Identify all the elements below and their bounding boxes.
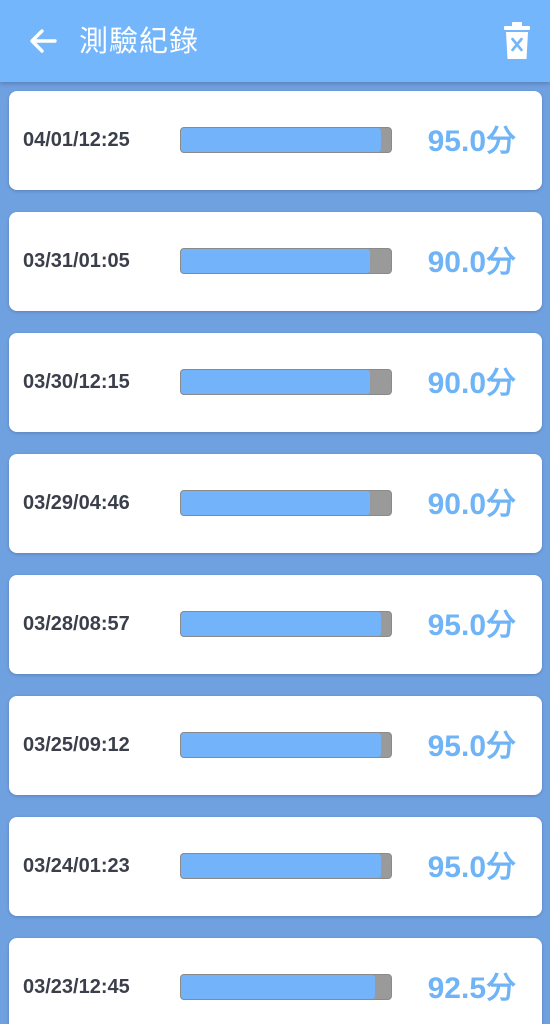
score-progress-fill xyxy=(181,128,381,152)
record-score: 95.0分 xyxy=(427,851,516,884)
score-progress-fill xyxy=(181,975,376,999)
record-date: 03/30/12:15 xyxy=(23,371,130,393)
score-progress-bar xyxy=(180,127,392,153)
score-progress-bar xyxy=(180,732,392,758)
record-card[interactable]: 03/24/01:23 95.0分 xyxy=(9,817,542,916)
score-progress-fill xyxy=(181,491,370,515)
record-score: 95.0分 xyxy=(427,609,516,642)
record-card[interactable]: 03/28/08:57 95.0分 xyxy=(9,575,542,674)
record-score: 90.0分 xyxy=(427,367,516,400)
record-card[interactable]: 03/25/09:12 95.0分 xyxy=(9,696,542,795)
delete-all-button[interactable] xyxy=(502,20,532,62)
record-date: 03/25/09:12 xyxy=(23,734,130,756)
record-date: 03/31/01:05 xyxy=(23,250,130,272)
record-date: 04/01/12:25 xyxy=(23,129,130,151)
score-progress-fill xyxy=(181,733,381,757)
record-list[interactable]: 04/01/12:25 95.0分 03/31/01:05 90.0分 03/30/12… xyxy=(0,82,550,1024)
record-date: 03/24/01:23 xyxy=(23,855,130,877)
back-button[interactable] xyxy=(24,22,62,60)
score-progress-fill xyxy=(181,370,370,394)
app-bar: 測驗紀錄 xyxy=(0,0,550,82)
score-progress-fill xyxy=(181,854,381,878)
score-progress-bar xyxy=(180,611,392,637)
record-date: 03/28/08:57 xyxy=(23,613,130,635)
record-score: 92.5分 xyxy=(427,972,516,1005)
record-card[interactable]: 03/29/04:46 90.0分 xyxy=(9,454,542,553)
score-progress-bar xyxy=(180,490,392,516)
arrow-left-icon xyxy=(30,29,57,53)
record-score: 95.0分 xyxy=(427,730,516,763)
record-date: 03/29/04:46 xyxy=(23,492,130,514)
record-card[interactable]: 03/31/01:05 90.0分 xyxy=(9,212,542,311)
score-progress-bar xyxy=(180,248,392,274)
score-progress-bar xyxy=(180,974,392,1000)
score-progress-bar xyxy=(180,369,392,395)
record-card[interactable]: 04/01/12:25 95.0分 xyxy=(9,91,542,190)
page-title: 測驗紀錄 xyxy=(79,24,200,58)
score-progress-bar xyxy=(180,853,392,879)
score-progress-fill xyxy=(181,249,370,273)
record-score: 90.0分 xyxy=(427,488,516,521)
record-card[interactable]: 03/23/12:45 92.5分 xyxy=(9,938,542,1024)
record-score: 90.0分 xyxy=(427,246,516,279)
trash-icon xyxy=(504,22,530,59)
score-progress-fill xyxy=(181,612,381,636)
record-score: 95.0分 xyxy=(427,125,516,158)
record-card[interactable]: 03/30/12:15 90.0分 xyxy=(9,333,542,432)
record-date: 03/23/12:45 xyxy=(23,976,130,998)
